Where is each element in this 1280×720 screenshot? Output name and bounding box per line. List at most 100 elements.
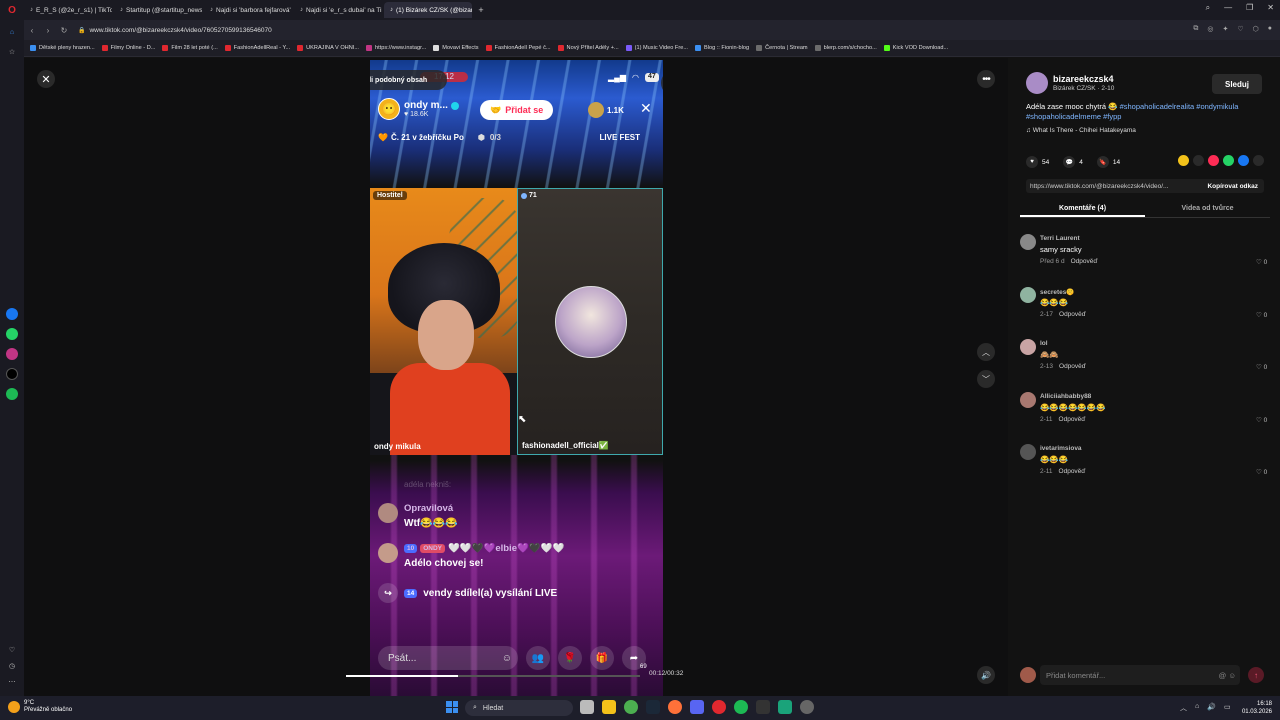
profile-icon[interactable]: ● [1268,25,1272,33]
spotify-icon[interactable] [734,700,748,714]
opera-icon[interactable] [712,700,726,714]
heart-icon[interactable]: ♡ [6,644,18,656]
chat-avatar[interactable] [378,503,398,523]
live-host[interactable]: 😶 ondy m... ♥ 18.6K [378,98,459,120]
tiktok-icon[interactable] [6,368,18,380]
like-stat[interactable]: ♥ 54 [1026,156,1049,168]
browser-tab[interactable]: ♪ E_R_S (@2e_r_s1) | TikTok [24,2,112,18]
bookmark-item[interactable]: Dětské pleny hrazen... [30,45,95,51]
bookmark-item[interactable]: FashionAdell Pepé č... [485,45,551,51]
rose-icon[interactable]: 🌹 [558,646,582,670]
chat-username-row[interactable]: 10 ONDY 🤍🤍🖤💜elbie💜🖤🤍🤍 [404,543,564,554]
bookmark-item[interactable]: Blog :: Fionin-blog [695,45,749,51]
author-info[interactable]: bizareekczsk4 Bizárek CZ/SK · 2-10 [1026,72,1114,94]
goal-progress[interactable]: ⬢ 0/3 [478,133,501,142]
follow-button[interactable]: Sleduj [1212,74,1262,94]
history-icon[interactable]: ◷ [6,660,18,672]
emoji-icon[interactable]: ☺ [502,653,512,664]
bookmark-item[interactable]: UKRAJINA V OHNI... [297,45,359,51]
next-video-button[interactable]: ﹀ [977,370,995,388]
bookmark-item[interactable]: FashionAdellReal - Y... [224,45,290,51]
maximize-icon[interactable]: ❐ [1246,3,1253,13]
bookmark-item[interactable]: blerp.com/s/chocho... [814,45,877,51]
comment-like[interactable]: ♡ 0 [1256,468,1267,476]
bookmark-icon[interactable]: ♡ [1237,25,1243,33]
comment-author[interactable]: secretes🤫 [1040,288,1074,296]
guest-camera[interactable]: 71 fashionadell_official✅ [517,188,663,455]
comment-stat[interactable]: 💬 4 [1063,156,1083,168]
whatsapp-icon[interactable] [6,328,18,340]
comment-avatar[interactable] [1020,234,1036,250]
repost-icon[interactable] [1178,155,1189,166]
gift-icon[interactable]: 🎁 [590,646,614,670]
save-stat[interactable]: 🔖 14 [1096,156,1120,168]
close-video-button[interactable]: ✕ [37,70,55,88]
reply-button[interactable]: Odpověď [1059,468,1086,475]
file-explorer-icon[interactable] [602,700,616,714]
bookmark-item[interactable]: Černota | Stream [756,45,808,51]
reply-button[interactable]: Odpověď [1071,258,1098,265]
more-options-button[interactable]: ••• [977,70,995,88]
comment-like[interactable]: ♡ 0 [1256,363,1267,371]
more-icon[interactable]: ⋯ [6,676,18,688]
opera-logo-icon[interactable]: O [0,0,24,20]
bookmark-item[interactable]: Movavi Effects [433,45,479,51]
bookmark-item[interactable]: Film 28 let poté (... [162,45,218,51]
search-tabs-icon[interactable]: ⌕ [1206,3,1210,13]
tab-comments[interactable]: Komentáře (4) [1020,202,1145,217]
bookmark-item[interactable]: Nový Přítel Adély +... [557,45,619,51]
tab-creator-videos[interactable]: Videa od tvůrce [1145,202,1270,217]
star-icon[interactable]: ☆ [6,46,18,58]
network-icon[interactable]: ⌂ [1195,703,1199,713]
viewer-count[interactable]: 1.1K [588,102,624,118]
discord-icon[interactable] [690,700,704,714]
whatsapp-share-icon[interactable] [1223,155,1234,166]
close-window-icon[interactable]: ✕ [1267,3,1274,13]
battery-icon[interactable]: ▭ [1224,703,1231,713]
comment-author[interactable]: ivetarimsiova [1040,445,1082,452]
chrome-icon[interactable] [624,700,638,714]
instagram-icon[interactable] [6,348,18,360]
reload-icon[interactable]: ↻ [56,26,72,35]
app-icon[interactable] [778,700,792,714]
steam-icon[interactable] [646,700,660,714]
find-similar-button[interactable]: Najdi podobný obsah [370,70,447,90]
comment-author[interactable]: Alliciiahbabby88 [1040,393,1091,400]
firefox-icon[interactable] [668,700,682,714]
clock[interactable]: 16:18 01.03.2026 [1242,700,1272,716]
send-comment-button[interactable]: ↑ [1248,667,1264,683]
comment-like[interactable]: ♡ 0 [1256,416,1267,424]
volume-button[interactable]: 🔊 [977,666,995,684]
home-icon[interactable]: ⌂ [6,26,18,38]
facebook-share-icon[interactable] [1238,155,1249,166]
bookmark-item[interactable]: Filmy Online - D... [101,45,155,51]
live-close-icon[interactable]: ✕ [640,100,652,117]
back-icon[interactable]: ‹ [24,26,40,35]
comment-like[interactable]: ♡ 0 [1256,258,1267,266]
music-info[interactable]: ♫ What Is There - Chihei Hatakeyama [1026,127,1136,134]
browser-tab[interactable]: ♪ Startitup (@startitup_news) [114,2,202,18]
camera-icon[interactable]: ◎ [1207,25,1213,33]
tray-chevron-icon[interactable]: ︿ [1180,703,1187,713]
new-tab-button[interactable]: + [474,5,488,15]
reply-button[interactable]: Odpověď [1059,416,1086,423]
extensions-icon[interactable]: ⬡ [1253,25,1259,33]
taskbar-search[interactable]: ⌕ Hledat [465,700,573,716]
comment-like[interactable]: ♡ 0 [1256,311,1267,319]
messenger-icon[interactable] [6,308,18,320]
spotify-icon[interactable] [6,388,18,400]
forward-icon[interactable]: › [40,26,56,35]
browser-tab[interactable]: ♪(1) Bizárek CZ/SK (@bizareekczsk4) [384,2,472,18]
comment-avatar[interactable] [1020,391,1036,408]
app-icon[interactable] [756,700,770,714]
comment-avatar[interactable] [1020,444,1036,460]
minimize-icon[interactable]: — [1224,3,1232,13]
emoji-icon[interactable]: ☺ [1228,671,1236,680]
join-button[interactable]: 🤝 Přidat se [480,100,554,120]
comment-author[interactable]: Terri Laurent [1040,235,1080,242]
guests-icon[interactable]: 👥 [526,646,550,670]
reply-button[interactable]: Odpověď [1059,311,1086,318]
bookmark-item[interactable]: https://www.instagr... [365,45,426,51]
send-icon[interactable] [1208,155,1219,166]
share-more-icon[interactable] [1253,155,1264,166]
